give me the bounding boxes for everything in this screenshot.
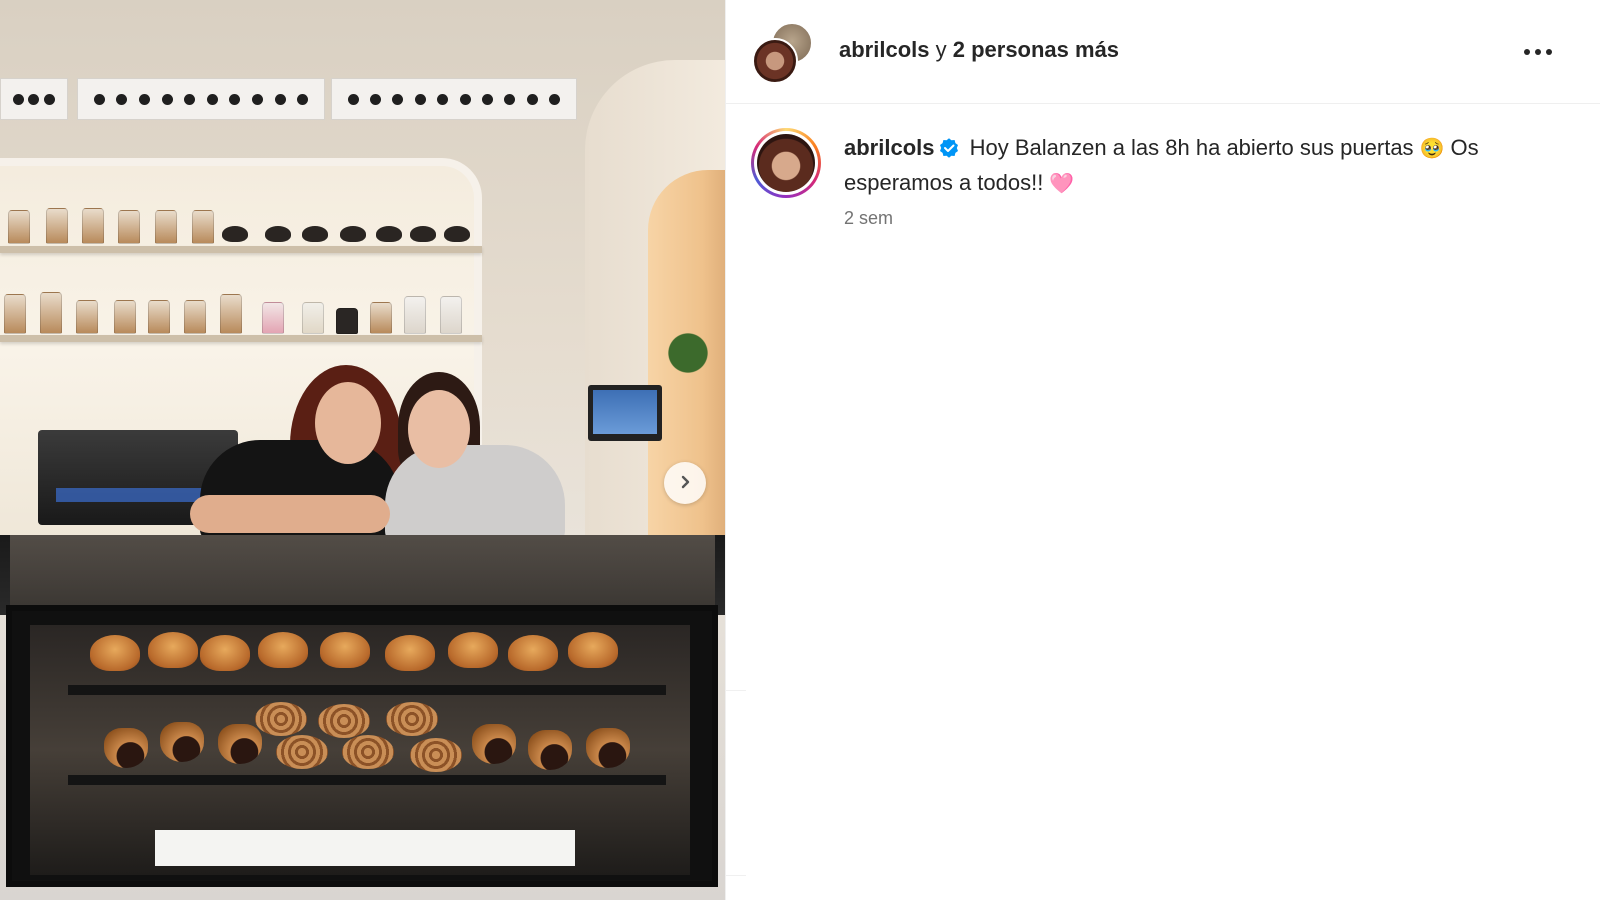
teapot [410,226,436,242]
display-tray [68,775,666,785]
jar [192,210,214,244]
post-timestamp[interactable]: 2 sem [844,208,893,229]
jar [155,210,177,244]
header-authors: abrilcols y 2 personas más [839,37,1119,63]
jar [262,302,284,334]
counter-glass [10,535,715,615]
jar [220,294,242,334]
croissant [200,635,250,671]
shelf [0,246,482,253]
teapot [302,226,328,242]
more-horizontal-icon [1523,44,1553,59]
jar [302,302,324,334]
croissant [385,635,435,671]
croissant [448,632,498,668]
croissant [258,632,308,668]
jar [370,302,392,334]
pain-au-chocolat [218,724,262,764]
connector-text: y [935,37,947,62]
cinnamon-roll [276,735,328,769]
pain-au-chocolat [586,728,630,768]
ceiling-vent [77,78,325,120]
ceiling-vent [331,78,577,120]
post-header: abrilcols y 2 personas más [726,0,1600,104]
teapot [265,226,291,242]
pain-au-chocolat [528,730,572,770]
croissant [148,632,198,668]
teapot [340,226,366,242]
croissant [568,632,618,668]
pain-au-chocolat [472,724,516,764]
more-options-button[interactable] [1516,34,1560,68]
collaborators-avatars[interactable] [752,22,814,84]
cinnamon-roll [255,702,307,736]
divider [726,690,746,691]
author-username-link[interactable]: abrilcols [839,37,929,62]
jar [8,210,30,244]
plant [665,325,711,395]
pos-monitor [588,385,662,441]
jar [118,210,140,244]
caption-username-link[interactable]: abrilcols [844,135,934,160]
jar [336,308,358,334]
cinnamon-roll [386,702,438,736]
teapot [376,226,402,242]
story-ring-avatar[interactable] [751,128,821,198]
jar [46,208,68,244]
cinnamon-roll [342,735,394,769]
jar [148,300,170,334]
jar [114,300,136,334]
pain-au-chocolat [104,728,148,768]
caption-line-1: Hoy Balanzen a las 8h ha abierto sus pue… [969,135,1414,160]
pain-au-chocolat [160,722,204,762]
person-face [408,390,470,468]
person-body [385,445,565,545]
croissant [320,632,370,668]
person-arms [190,495,390,533]
cinnamon-roll [410,738,462,772]
heart-emoji: 🩷 [1049,173,1075,195]
display-paper [155,830,575,866]
jar [76,300,98,334]
caption-text: abrilcols Hoy Balanzen a las 8h ha abier… [844,132,1559,200]
jar [184,300,206,334]
display-tray [68,685,666,695]
collaborators-link[interactable]: 2 personas más [953,37,1119,62]
post-photo[interactable] [0,0,725,900]
jar [404,296,426,334]
ceiling-vent [0,78,68,120]
jar [82,208,104,244]
croissant [90,635,140,671]
jar [40,292,62,334]
divider [726,875,746,876]
pleading-face-emoji: 🥹 [1419,138,1445,160]
person-face [315,382,381,464]
cinnamon-roll [318,704,370,738]
verified-badge-icon [939,135,959,167]
jar [440,296,462,334]
jar [4,294,26,334]
post-details-panel: abrilcols y 2 personas más abrilcols Hoy… [725,0,1600,900]
avatar [752,38,798,84]
shelf [0,335,482,342]
avatar [757,134,815,192]
chevron-right-icon [678,475,692,492]
teapot [444,226,470,242]
teapot [222,226,248,242]
carousel-next-button[interactable] [664,462,706,504]
croissant [508,635,558,671]
